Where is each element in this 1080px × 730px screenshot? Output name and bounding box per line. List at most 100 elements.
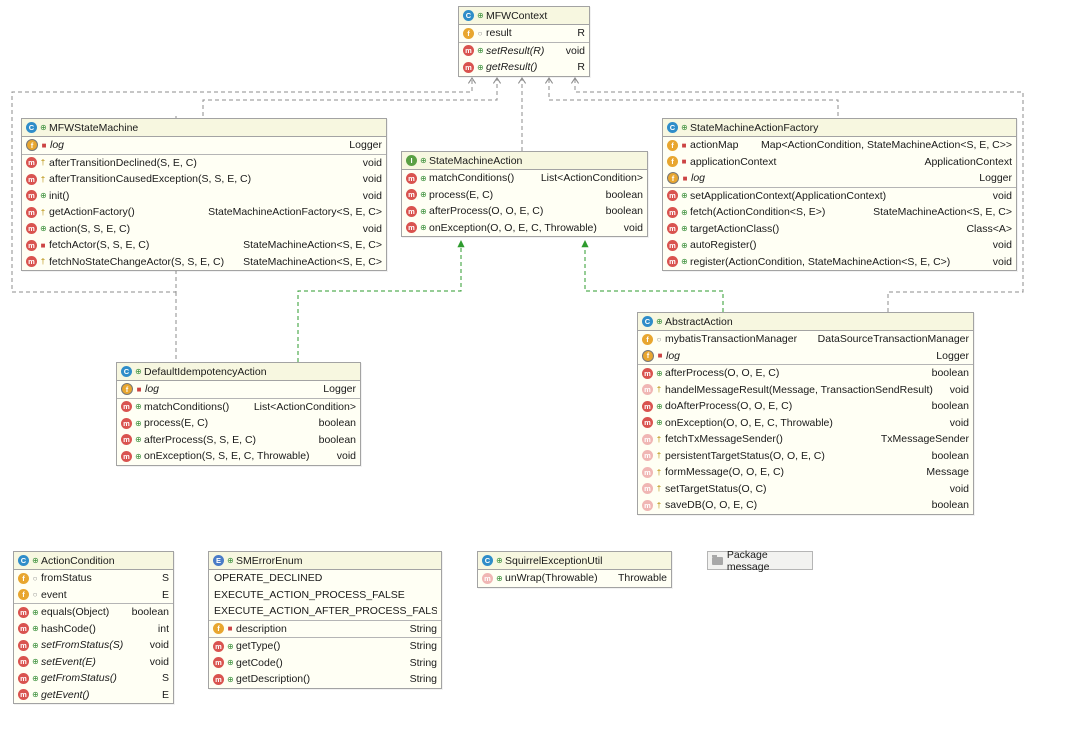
package-message[interactable]: Package message — [707, 549, 813, 573]
method-row[interactable]: m † afterTransitionCausedException(S, S,… — [22, 171, 386, 188]
method-row[interactable]: m ⊕ getEvent() E — [14, 687, 173, 704]
method-name: fetch(ActionCondition<S, E>) — [690, 206, 826, 219]
field-row[interactable]: f ○ mybatisTransactionManager DataSource… — [638, 331, 973, 348]
method-row[interactable]: m † afterTransitionDeclined(S, E, C) voi… — [22, 155, 386, 172]
class-state-machine-action-factory[interactable]: C ⊕ StateMachineActionFactory f ■ action… — [662, 118, 1017, 271]
enum-constant: OPERATE_DECLINED — [214, 572, 323, 585]
protected-icon: † — [40, 158, 46, 168]
method-row[interactable]: m † handelMessageResult(Message, Transac… — [638, 382, 973, 399]
class-abstract-action[interactable]: C ⊕ AbstractAction f ○ mybatisTransactio… — [637, 312, 974, 515]
method-row[interactable]: m ⊕ afterProcess(S, S, E, C) boolean — [117, 432, 360, 449]
method-row[interactable]: m ⊕ equals(Object) boolean — [14, 604, 173, 621]
public-icon: ⊕ — [40, 191, 47, 201]
method-name: targetActionClass() — [690, 222, 780, 235]
method-icon: m — [406, 172, 417, 184]
public-icon: ⊕ — [477, 62, 484, 72]
field-row[interactable]: f ■ log Logger — [22, 137, 386, 154]
method-row[interactable]: m ⊕ matchConditions() List<ActionConditi… — [402, 170, 647, 187]
field-row[interactable]: f ■ log Logger — [117, 381, 360, 398]
method-row[interactable]: m ⊕ getFromStatus() S — [14, 670, 173, 687]
field-icon: f — [18, 589, 29, 601]
method-row[interactable]: m ⊕ autoRegister() void — [663, 237, 1016, 254]
method-row[interactable]: m ⊕ onException(S, S, E, C, Throwable) v… — [117, 448, 360, 465]
method-row[interactable]: m ■ fetchActor(S, S, E, C) StateMachineA… — [22, 237, 386, 254]
method-row[interactable]: m ⊕ getDescription() String — [209, 671, 441, 688]
method-row[interactable]: m ⊕ getType() String — [209, 638, 441, 655]
enum-constant-row[interactable]: EXECUTE_ACTION_PROCESS_FALSE — [209, 587, 441, 604]
field-name: mybatisTransactionManager — [665, 333, 798, 346]
field-row[interactable]: f ■ actionMap Map<ActionCondition, State… — [663, 137, 1016, 154]
field-row[interactable]: f ○ fromStatus S — [14, 570, 173, 587]
method-row[interactable]: m ⊕ matchConditions() List<ActionConditi… — [117, 399, 360, 416]
method-row[interactable]: m † setTargetStatus(O, C) void — [638, 481, 973, 498]
method-row[interactable]: m ⊕ setEvent(E) void — [14, 654, 173, 671]
enum-sm-error-enum[interactable]: E ⊕ SMErrorEnum OPERATE_DECLINED EXECUTE… — [208, 551, 442, 689]
method-icon: m — [667, 239, 678, 251]
enum-constant-row[interactable]: OPERATE_DECLINED — [209, 570, 441, 587]
field-row[interactable]: f ■ log Logger — [638, 348, 973, 365]
method-row[interactable]: m ⊕ onException(O, O, E, C, Throwable) v… — [638, 415, 973, 432]
method-row[interactable]: m ⊕ process(E, C) boolean — [402, 187, 647, 204]
enum-constant: EXECUTE_ACTION_PROCESS_FALSE — [214, 588, 405, 601]
method-row[interactable]: m † persistentTargetStatus(O, O, E, C) b… — [638, 448, 973, 465]
method-row[interactable]: m ⊕ hashCode() int — [14, 621, 173, 638]
protected-icon: † — [656, 385, 662, 395]
method-name: setResult(R) — [486, 44, 545, 57]
method-icon: m — [667, 190, 678, 202]
class-action-condition[interactable]: C ⊕ ActionCondition f ○ fromStatus S f ○… — [13, 551, 174, 704]
method-row[interactable]: m ⊕ unWrap(Throwable) Throwable — [478, 570, 671, 587]
method-type: boolean — [931, 400, 969, 413]
field-row[interactable]: f ■ applicationContext ApplicationContex… — [663, 154, 1016, 171]
class-squirrel-exception-util[interactable]: C ⊕ SquirrelExceptionUtil m ⊕ unWrap(Thr… — [477, 551, 672, 588]
method-row[interactable]: m ⊕ init() void — [22, 188, 386, 205]
method-name: fetchNoStateChangeActor(S, S, E, C) — [49, 255, 225, 268]
method-row[interactable]: m † fetchNoStateChangeActor(S, S, E, C) … — [22, 254, 386, 271]
class-mfw-state-machine[interactable]: C ⊕ MFWStateMachine f ■ log Logger m † a… — [21, 118, 387, 271]
method-row[interactable]: m ⊕ action(S, S, E, C) void — [22, 221, 386, 238]
field-row[interactable]: f ○ result R — [459, 25, 589, 42]
method-icon: m — [26, 256, 37, 268]
method-row[interactable]: m ⊕ setResult(R) void — [459, 43, 589, 60]
abstract-class-icon: C — [642, 316, 653, 327]
field-row[interactable]: f ■ log Logger — [663, 170, 1016, 187]
field-row[interactable]: f ○ event E — [14, 587, 173, 604]
static-field-icon: f — [667, 172, 679, 185]
method-row[interactable]: m ⊕ afterProcess(O, O, E, C) boolean — [402, 203, 647, 220]
interface-state-machine-action[interactable]: I ⊕ StateMachineAction m ⊕ matchConditio… — [401, 151, 648, 237]
abstract-method-icon: m — [642, 450, 653, 462]
method-type: void — [992, 189, 1012, 202]
method-row[interactable]: m † saveDB(O, O, E, C) boolean — [638, 497, 973, 514]
protected-icon: † — [40, 257, 46, 267]
enum-constant: EXECUTE_ACTION_AFTER_PROCESS_FALSE — [214, 605, 437, 618]
method-row[interactable]: m ⊕ targetActionClass() Class<A> — [663, 221, 1016, 238]
enum-constant-row[interactable]: EXECUTE_ACTION_AFTER_PROCESS_FALSE — [209, 603, 441, 620]
method-row[interactable]: m ⊕ setApplicationContext(ApplicationCon… — [663, 188, 1016, 205]
method-row[interactable]: m ⊕ setFromStatus(S) void — [14, 637, 173, 654]
method-row[interactable]: m ⊕ register(ActionCondition, StateMachi… — [663, 254, 1016, 271]
method-row[interactable]: m ⊕ getResult() R — [459, 59, 589, 76]
public-icon: ⊕ — [40, 123, 47, 132]
class-mfw-context[interactable]: C ⊕ MFWContext f ○ result R m ⊕ setResul… — [458, 6, 590, 77]
class-default-idempotency-action[interactable]: C ⊕ DefaultIdempotencyAction f ■ log Log… — [116, 362, 361, 466]
method-type: void — [362, 173, 382, 186]
public-icon: ⊕ — [420, 156, 427, 165]
method-row[interactable]: m ⊕ getCode() String — [209, 655, 441, 672]
method-row[interactable]: m ⊕ doAfterProcess(O, O, E, C) boolean — [638, 398, 973, 415]
public-icon: ⊕ — [40, 224, 47, 234]
field-type: S — [161, 572, 169, 585]
method-row[interactable]: m † fetchTxMessageSender() TxMessageSend… — [638, 431, 973, 448]
public-icon: ⊕ — [32, 556, 39, 565]
public-icon: ⊕ — [656, 418, 663, 428]
method-row[interactable]: m † formMessage(O, O, E, C) Message — [638, 464, 973, 481]
field-icon: f — [463, 27, 474, 39]
method-icon: m — [26, 157, 37, 169]
method-row[interactable]: m † getActionFactory() StateMachineActio… — [22, 204, 386, 221]
field-name: result — [486, 27, 512, 40]
field-row[interactable]: f ■ description String — [209, 621, 441, 638]
method-row[interactable]: m ⊕ afterProcess(O, O, E, C) boolean — [638, 365, 973, 382]
method-row[interactable]: m ⊕ fetch(ActionCondition<S, E>) StateMa… — [663, 204, 1016, 221]
method-row[interactable]: m ⊕ onException(O, O, E, C, Throwable) v… — [402, 220, 647, 237]
method-type: boolean — [318, 433, 356, 446]
method-icon: m — [18, 689, 29, 701]
method-row[interactable]: m ⊕ process(E, C) boolean — [117, 415, 360, 432]
